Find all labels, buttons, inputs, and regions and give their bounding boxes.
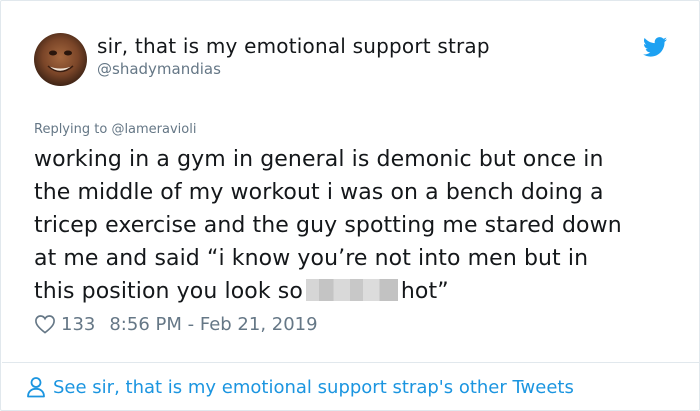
tweet-text-after-censor: hot”: [400, 279, 449, 304]
reply-target-link[interactable]: @lameravioli: [111, 122, 196, 137]
tweet-card: sir, that is my emotional support strap …: [0, 0, 700, 411]
twitter-bird-icon[interactable]: [643, 37, 667, 57]
reply-prefix: Replying to: [34, 122, 108, 137]
heart-icon[interactable]: [34, 314, 56, 334]
display-name[interactable]: sir, that is my emotional support strap: [97, 33, 490, 59]
tweet-timestamp[interactable]: 8:56 PM - Feb 21, 2019: [109, 314, 317, 335]
reply-context: Replying to @lameravioli: [34, 121, 196, 139]
tweet-line: working in a gym in general is demonic b…: [34, 147, 604, 172]
tweet-text: working in a gym in general is demonic b…: [34, 143, 684, 308]
censored-word: [305, 279, 398, 301]
tweet-meta: 133 8:56 PM - Feb 21, 2019: [34, 311, 318, 337]
user-handle[interactable]: @shadymandias: [97, 59, 221, 79]
tweet-text-before-censor: this position you look so: [34, 279, 303, 304]
see-other-tweets-link[interactable]: See sir, that is my emotional support st…: [26, 374, 574, 400]
tweet-line-last: this position you look so hot”: [34, 275, 684, 308]
tweet-line: at me and said “i know you’re not into m…: [34, 246, 589, 271]
avatar[interactable]: [34, 33, 87, 86]
avatar-face: [47, 50, 74, 73]
divider: [2, 362, 699, 363]
see-other-tweets-label[interactable]: See sir, that is my emotional support st…: [53, 377, 574, 398]
tweet-line: tricep exercise and the guy spotting me …: [34, 213, 622, 238]
tweet-line: the middle of my workout i was on a benc…: [34, 180, 604, 205]
like-count[interactable]: 133: [61, 314, 95, 335]
person-icon: [27, 377, 45, 398]
